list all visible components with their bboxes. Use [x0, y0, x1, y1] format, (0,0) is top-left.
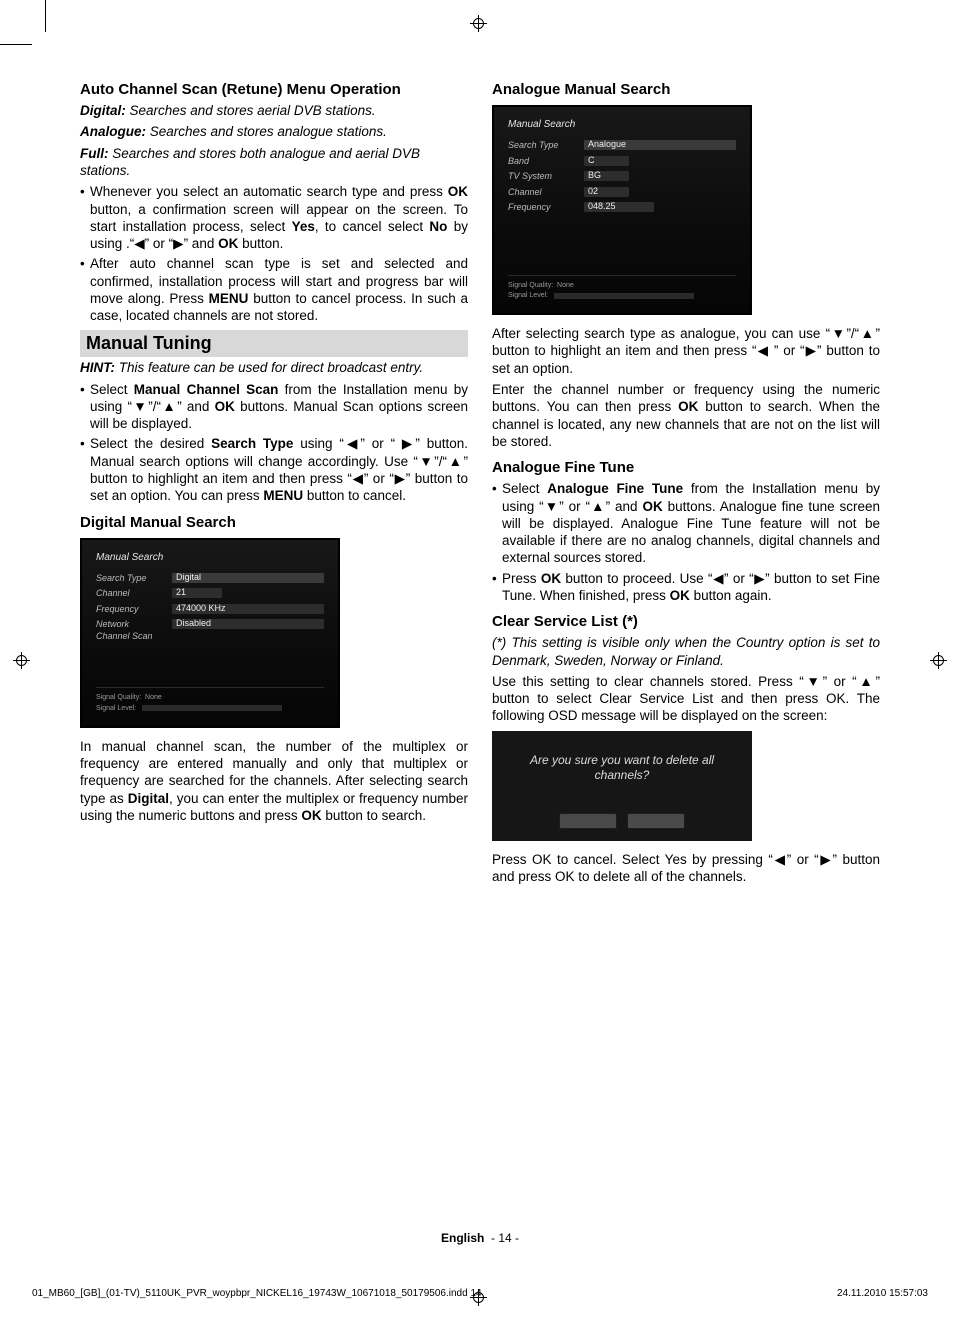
finetune-bullet-1: Select Analogue Fine Tune from the Insta…	[492, 480, 880, 566]
timestamp: 24.11.2010 15:57:03	[837, 1288, 928, 1299]
right-arrow-icon: ▶	[805, 343, 818, 358]
right-arrow-icon: ▶	[754, 571, 766, 586]
file-name: 01_MB60_[GB]_(01-TV)_5110UK_PVR_woypbpr_…	[32, 1288, 482, 1299]
left-arrow-icon: ◀	[344, 436, 361, 451]
heading-fine-tune: Analogue Fine Tune	[492, 458, 880, 477]
registration-mark-top	[470, 15, 487, 32]
left-arrow-icon: ◀	[134, 236, 144, 251]
auto-bullet-1: Whenever you select an automatic search …	[80, 183, 468, 252]
digital-manual-desc: In manual channel scan, the number of th…	[80, 738, 468, 824]
analogue-desc-2: Enter the channel number or frequency us…	[492, 381, 880, 450]
registration-mark-right	[930, 652, 947, 669]
page-content: Auto Channel Scan (Retune) Menu Operatio…	[80, 80, 880, 1211]
right-arrow-icon: ▶	[402, 436, 415, 451]
right-column: Analogue Manual Search Manual Search Sea…	[492, 80, 880, 1211]
finetune-bullet-2: Press OK button to proceed. Use “◀” or “…	[492, 570, 880, 605]
up-arrow-icon: ▲	[161, 399, 177, 414]
down-arrow-icon: ▼	[804, 674, 823, 689]
hint: HINT: This feature can be used for direc…	[80, 359, 468, 376]
heading-analogue-manual: Analogue Manual Search	[492, 80, 880, 99]
down-arrow-icon: ▼	[830, 326, 846, 341]
down-arrow-icon: ▼	[418, 454, 434, 469]
up-arrow-icon: ▲	[590, 499, 606, 514]
left-arrow-icon: ◀	[773, 852, 787, 867]
auto-bullet-2: After auto channel scan type is set and …	[80, 255, 468, 324]
indesign-footer: 01_MB60_[GB]_(01-TV)_5110UK_PVR_woypbpr_…	[32, 1288, 928, 1299]
left-arrow-icon: ◀	[352, 471, 364, 486]
full-desc: Full: Searches and stores both analogue …	[80, 145, 468, 180]
left-arrow-icon: ◀	[757, 343, 770, 358]
digital-desc: Digital: Searches and stores aerial DVB …	[80, 102, 468, 119]
clear-service-desc: Use this setting to clear channels store…	[492, 673, 880, 725]
clear-service-desc-2: Press OK to cancel. Select Yes by pressi…	[492, 851, 880, 886]
clear-service-note: (*) This setting is visible only when th…	[492, 634, 880, 669]
confirm-button-1	[559, 813, 617, 829]
manual-bullet-1: Select Manual Channel Scan from the Inst…	[80, 381, 468, 433]
up-arrow-icon: ▲	[447, 454, 463, 469]
page-footer: English - 14 -	[0, 1231, 960, 1245]
right-arrow-icon: ▶	[819, 852, 833, 867]
crop-mark	[0, 44, 32, 45]
heading-clear-service: Clear Service List (*)	[492, 612, 880, 631]
down-arrow-icon: ▼	[544, 499, 560, 514]
crop-mark	[45, 0, 46, 32]
osd-confirm-delete: Are you sure you want to delete all chan…	[492, 731, 752, 841]
left-arrow-icon: ◀	[713, 571, 725, 586]
analogue-desc: Analogue: Searches and stores analogue s…	[80, 123, 468, 140]
manual-bullet-2: Select the desired Search Type using “◀”…	[80, 435, 468, 504]
heading-auto-scan: Auto Channel Scan (Retune) Menu Operatio…	[80, 80, 468, 99]
confirm-button-2	[627, 813, 685, 829]
osd-digital-manual-search: Manual Search Search TypeDigital Channel…	[80, 538, 340, 728]
osd-analogue-manual-search: Manual Search Search TypeAnalogue BandC …	[492, 105, 752, 315]
registration-mark-left	[13, 652, 30, 669]
left-column: Auto Channel Scan (Retune) Menu Operatio…	[80, 80, 468, 1211]
up-arrow-icon: ▲	[859, 326, 875, 341]
up-arrow-icon: ▲	[857, 674, 876, 689]
down-arrow-icon: ▼	[132, 399, 148, 414]
right-arrow-icon: ▶	[173, 236, 183, 251]
analogue-desc-1: After selecting search type as analogue,…	[492, 325, 880, 377]
section-bar-manual-tuning: Manual Tuning	[80, 330, 468, 357]
heading-digital-manual: Digital Manual Search	[80, 513, 468, 532]
right-arrow-icon: ▶	[394, 471, 406, 486]
